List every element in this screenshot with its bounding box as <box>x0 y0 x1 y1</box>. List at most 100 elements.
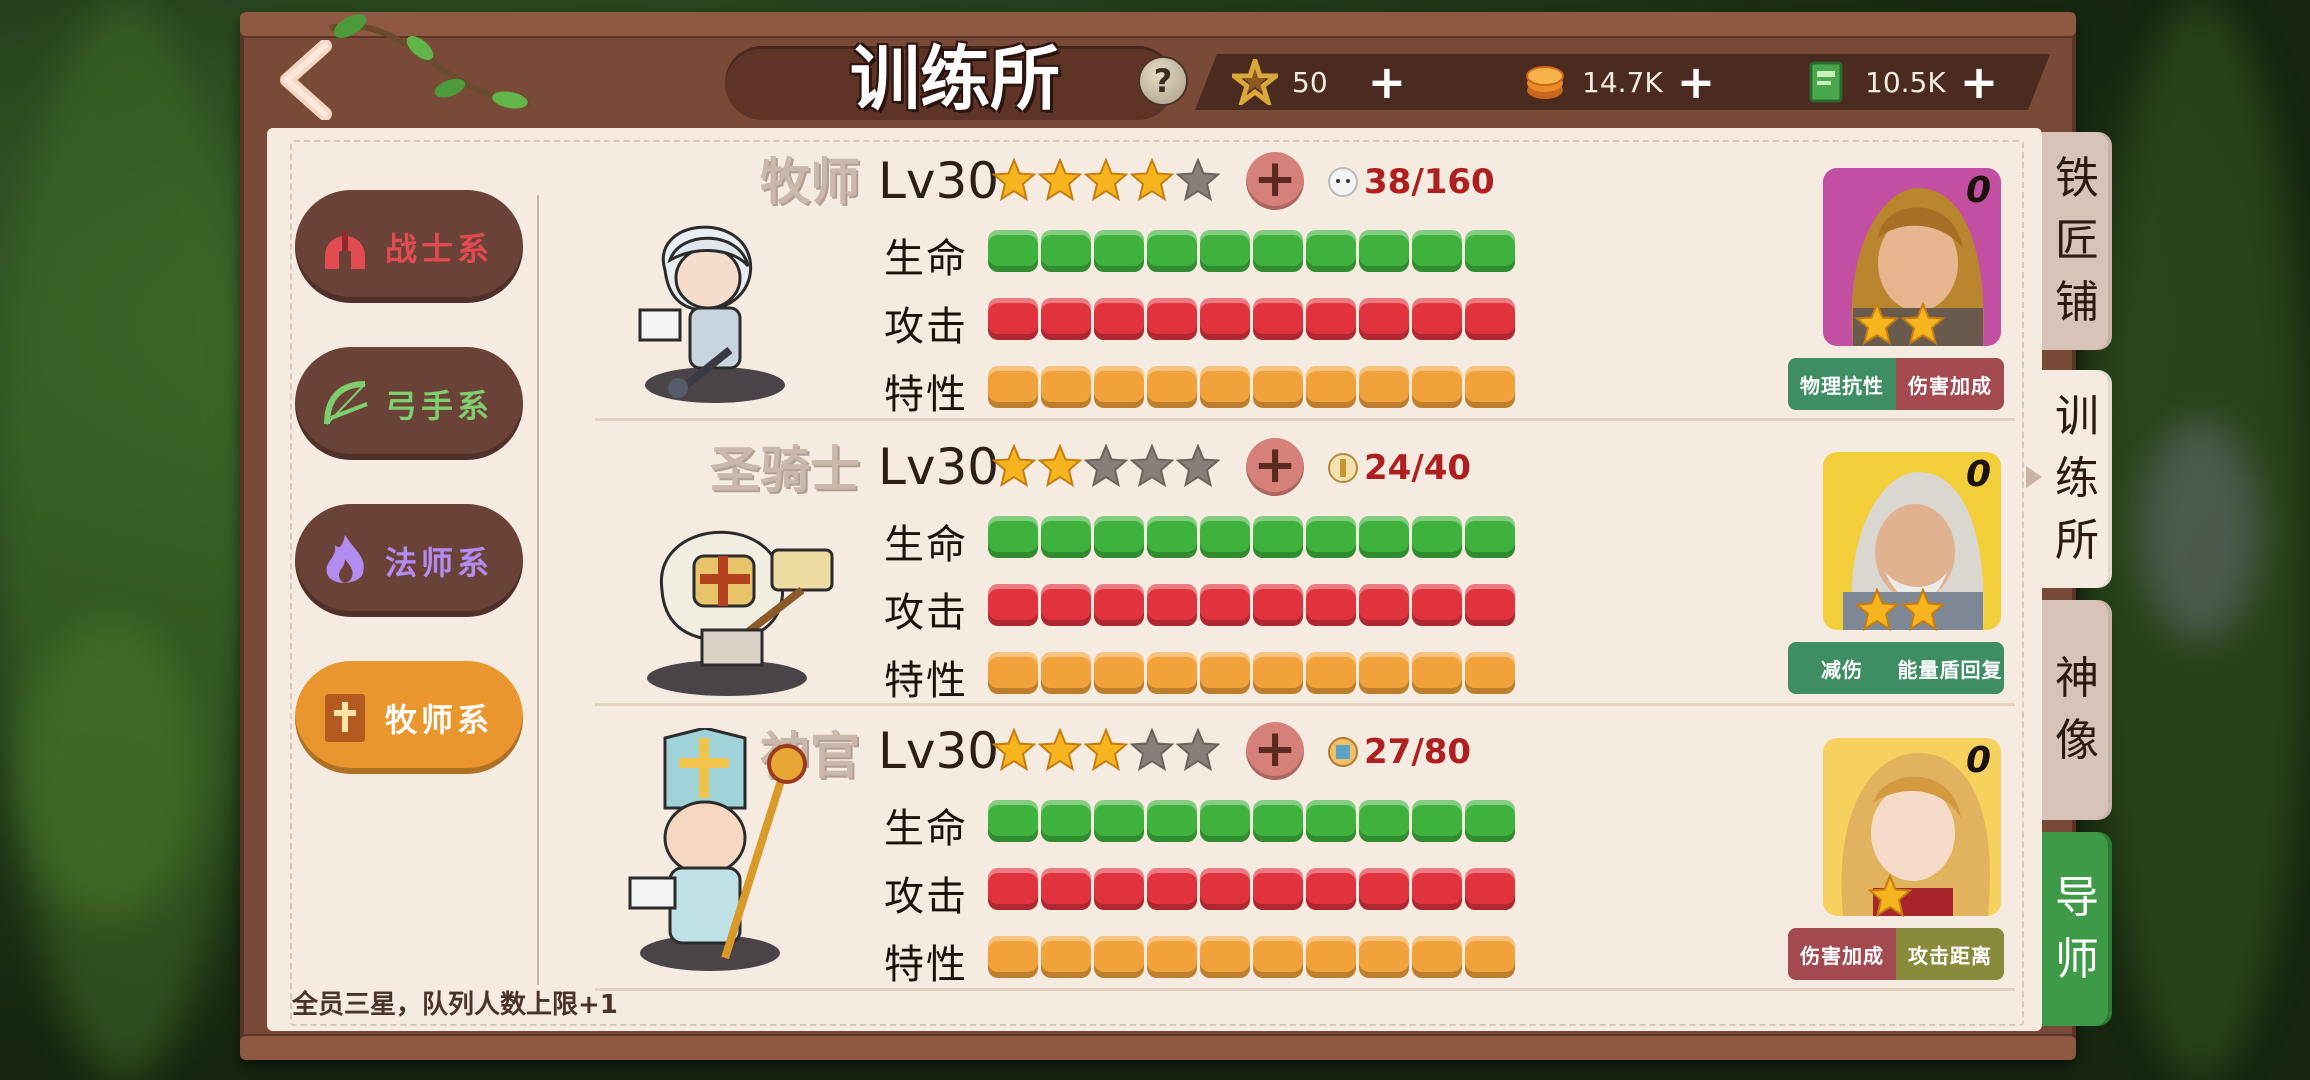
hero-tags: 伤害加成 攻击距离 <box>1788 928 2004 980</box>
portrait-badge: 0 <box>1966 740 1992 781</box>
add-currency-button[interactable]: + <box>1368 59 1407 105</box>
atk-pip <box>1200 868 1250 910</box>
currency-gold: 14.7K + <box>1522 54 1715 110</box>
tab-char: 所 <box>2055 515 2099 566</box>
add-currency-button[interactable]: + <box>1960 59 1999 105</box>
portrait-stars <box>1855 302 1945 346</box>
category-label: 战士系 <box>385 229 494 268</box>
trait-pip <box>1306 936 1356 978</box>
hp-pip <box>1359 230 1409 272</box>
hp-pip <box>1306 230 1356 272</box>
hero-tag: 物理抗性 <box>1788 358 1896 410</box>
add-currency-button[interactable]: + <box>1677 59 1716 105</box>
trait-pip <box>1041 936 1091 978</box>
hero-level: Lv30 <box>878 722 1000 780</box>
hero-name: 圣骑士 <box>710 441 860 499</box>
hp-pip <box>1412 800 1462 842</box>
tab-char: 像 <box>2055 715 2099 766</box>
currency-value: 50 <box>1292 65 1328 99</box>
atk-pip <box>1412 868 1462 910</box>
atk-pip <box>988 584 1038 626</box>
star-filled-icon <box>1038 728 1082 772</box>
atk-pip <box>1094 584 1144 626</box>
stat-label-trait: 特性 <box>884 942 968 988</box>
shard-count: 38/160 <box>1364 162 1495 202</box>
star-filled-icon <box>1868 874 1912 918</box>
trait-pip <box>1253 936 1303 978</box>
stat-label-atk: 攻击 <box>884 304 968 350</box>
bishop-character-sprite <box>628 728 807 971</box>
star-filled-icon <box>1084 158 1128 202</box>
atk-pip <box>988 298 1038 340</box>
stat-label-atk: 攻击 <box>884 590 968 636</box>
frame-bottom-bar <box>240 1036 2076 1060</box>
category-label: 弓手系 <box>385 386 494 425</box>
star-filled-icon <box>1038 158 1082 202</box>
hero-stars <box>992 158 1220 202</box>
trait-pip <box>1041 652 1091 694</box>
tab-mentor[interactable]: 导 师 <box>2042 832 2112 1026</box>
tab-char: 练 <box>2055 453 2099 504</box>
hp-pip <box>1412 230 1462 272</box>
category-mage-button[interactable]: 法师系 <box>295 504 523 617</box>
tab-char: 导 <box>2055 872 2099 923</box>
currency-star-fragment: 50 + <box>1232 54 1406 110</box>
trait-pip <box>1359 936 1409 978</box>
page-title: 训练所 <box>850 38 1060 120</box>
category-archer-button[interactable]: 弓手系 <box>295 347 523 460</box>
hp-pip <box>988 230 1038 272</box>
hero-level: Lv30 <box>878 438 1000 496</box>
trait-pip <box>1412 652 1462 694</box>
tab-char: 匠 <box>2055 215 2099 266</box>
atk-pip <box>1094 868 1144 910</box>
stat-label-trait: 特性 <box>884 658 968 704</box>
tab-blacksmith[interactable]: 铁 匠 铺 <box>2042 132 2112 350</box>
atk-pip <box>1253 298 1303 340</box>
trait-pip <box>1200 366 1250 408</box>
trait-pip <box>1465 366 1515 408</box>
tab-char: 师 <box>2055 934 2099 985</box>
trait-pip <box>1094 366 1144 408</box>
hero-shard-icon <box>1328 453 1358 483</box>
star-filled-icon <box>992 728 1036 772</box>
hp-pip <box>1359 800 1409 842</box>
atk-pip <box>1359 584 1409 626</box>
category-warrior-button[interactable]: 战士系 <box>295 190 523 303</box>
hp-pip <box>1094 800 1144 842</box>
hp-pip <box>1200 230 1250 272</box>
tab-training[interactable]: 训 练 所 <box>2042 370 2112 588</box>
upgrade-star-button[interactable]: + <box>1246 438 1304 496</box>
trait-pip <box>1465 936 1515 978</box>
star-filled-icon <box>992 444 1036 488</box>
trait-pip <box>1147 652 1197 694</box>
trait-pip <box>1306 652 1356 694</box>
hero-shard-icon <box>1328 167 1358 197</box>
atk-pip <box>1041 868 1091 910</box>
star-fragment-icon <box>1232 59 1278 105</box>
help-button[interactable]: ? <box>1138 56 1188 106</box>
footer-note: 全员三星，队列人数上限+1 <box>292 990 618 1020</box>
atk-pip <box>1253 868 1303 910</box>
background-foliage <box>20 620 200 920</box>
trait-pip <box>1147 366 1197 408</box>
hero-tags: 减伤 能量盾回复 <box>1788 642 2004 694</box>
trait-pip <box>1147 936 1197 978</box>
hp-pip <box>1253 516 1303 558</box>
star-filled-icon <box>1038 444 1082 488</box>
hp-bar <box>988 800 1515 842</box>
hero-tag: 能量盾回复 <box>1896 642 2004 694</box>
trait-pip <box>1094 936 1144 978</box>
currency-value: 10.5K <box>1865 65 1946 99</box>
tab-char: 铺 <box>2055 277 2099 328</box>
trait-pip <box>1200 652 1250 694</box>
star-empty-icon <box>1084 444 1128 488</box>
currency-value: 14.7K <box>1582 65 1663 99</box>
stat-label-hp: 生命 <box>884 522 968 568</box>
trait-bar <box>988 652 1515 694</box>
atk-bar <box>988 298 1515 340</box>
category-priest-button[interactable]: 牧师系 <box>295 661 523 774</box>
upgrade-star-button[interactable]: + <box>1246 152 1304 210</box>
upgrade-star-button[interactable]: + <box>1246 722 1304 780</box>
atk-pip <box>1041 298 1091 340</box>
tab-statue[interactable]: 神 像 <box>2042 600 2112 820</box>
